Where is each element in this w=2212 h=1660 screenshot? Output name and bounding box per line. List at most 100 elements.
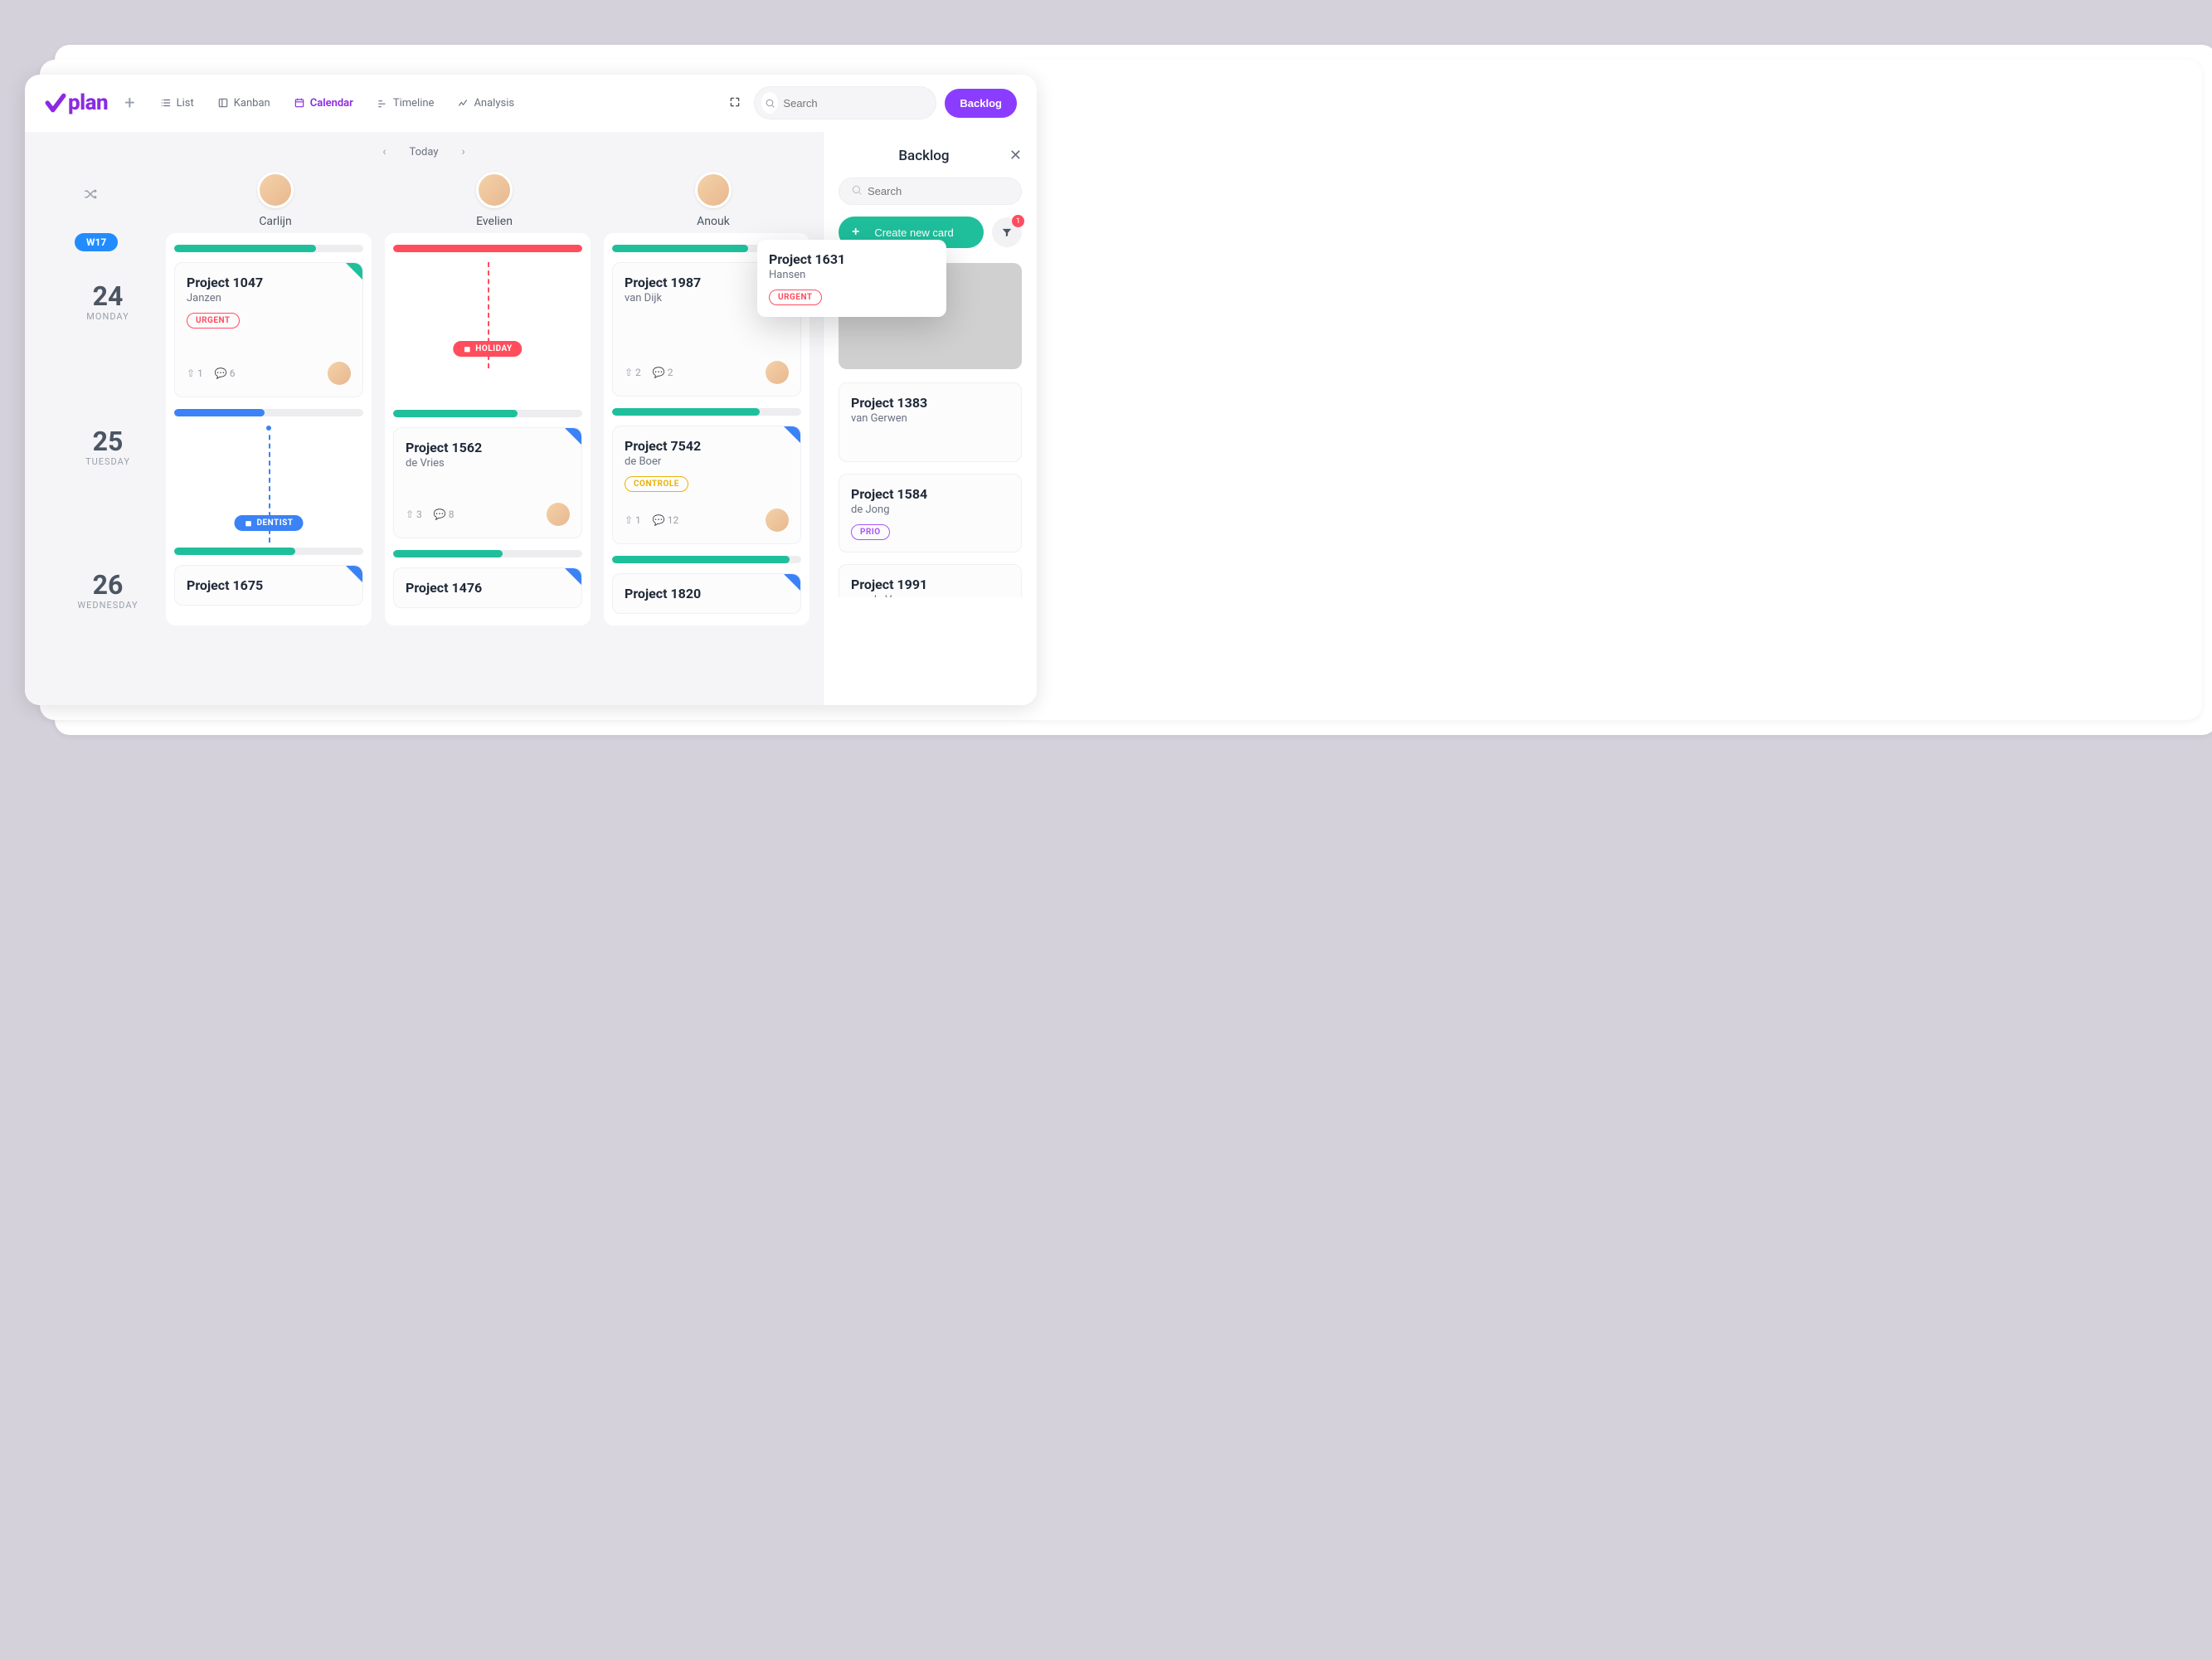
calendar-event[interactable]: HOLIDAY — [393, 262, 582, 368]
people-row: Carlijn Evelien Anouk — [25, 172, 823, 228]
tag-urgent: URGENT — [187, 313, 240, 329]
progress-bar — [393, 410, 582, 417]
backlog-button[interactable]: Backlog — [945, 89, 1017, 118]
card-title: Project 1631 — [769, 251, 935, 267]
comments-count: 💬 12 — [653, 514, 678, 526]
card-subtitle: van Gerwen — [851, 412, 1009, 425]
progress-bar — [612, 408, 801, 416]
dragging-card[interactable]: Project 1631 Hansen URGENT — [757, 240, 946, 317]
event-pill: HOLIDAY — [453, 341, 522, 357]
date-label: 25 TUESDAY — [66, 428, 149, 467]
logo-check-icon — [45, 92, 66, 114]
progress-bar — [393, 245, 582, 252]
filter-icon — [1001, 226, 1013, 238]
app-window: plan + List Kanban Calendar Time — [25, 75, 1037, 705]
comments-count: 💬 8 — [434, 509, 455, 520]
calendar-nav: ‹ Today › — [25, 132, 823, 172]
project-card[interactable]: Project 1820 — [612, 573, 801, 614]
list-icon — [160, 97, 172, 109]
person-header[interactable]: Carlijn — [166, 172, 385, 228]
progress-bar — [393, 550, 582, 557]
analysis-icon — [457, 97, 469, 109]
person-header[interactable]: Anouk — [604, 172, 823, 228]
view-calendar[interactable]: Calendar — [285, 92, 362, 114]
week-badge: W17 — [75, 233, 118, 251]
backlog-card[interactable]: Project 1383 van Gerwen — [839, 382, 1022, 462]
card-title: Project 1047 — [187, 275, 351, 290]
close-backlog-button[interactable]: ✕ — [1009, 147, 1022, 164]
progress-bar — [612, 556, 801, 563]
view-switcher: List Kanban Calendar Timeline Analysis — [152, 92, 523, 114]
progress-bar — [174, 548, 363, 555]
assignee-avatar — [328, 362, 351, 385]
card-title: Project 7542 — [625, 438, 789, 454]
person-header[interactable]: Evelien — [385, 172, 604, 228]
person-column: HOLIDAY Project 1562 de Vries — [385, 233, 591, 626]
assignee-avatar — [766, 509, 789, 532]
tag-controle: CONTROLE — [625, 476, 688, 492]
tag-prio: PRIO — [851, 524, 890, 540]
backlog-search[interactable] — [839, 178, 1022, 205]
project-card[interactable]: Project 1562 de Vries ⇧ 3 💬 8 — [393, 427, 582, 538]
avatar — [476, 172, 513, 208]
backlog-card[interactable]: Project 1584 de Jong PRIO — [839, 474, 1022, 553]
view-analysis[interactable]: Analysis — [449, 92, 523, 114]
today-label[interactable]: Today — [409, 146, 438, 158]
calendar-icon — [463, 345, 471, 353]
add-button[interactable]: + — [116, 93, 143, 114]
avatar — [257, 172, 294, 208]
calendar-icon — [244, 519, 252, 528]
event-pill: DENTIST — [234, 515, 303, 531]
next-button[interactable]: › — [462, 145, 465, 158]
search-box[interactable] — [754, 86, 936, 119]
filter-badge: 1 — [1012, 215, 1024, 227]
view-timeline[interactable]: Timeline — [368, 92, 443, 114]
fullscreen-button[interactable] — [724, 90, 746, 116]
search-icon — [761, 92, 778, 114]
date-label: 24 MONDAY — [66, 283, 149, 322]
decorative-sheet — [838, 597, 1037, 705]
uploads-count: ⇧ 1 — [187, 368, 203, 379]
card-title: Project 1584 — [851, 486, 1009, 502]
view-list[interactable]: List — [152, 92, 202, 114]
columns: Project 1047 Janzen URGENT ⇧ 1 💬 6 — [166, 228, 823, 626]
card-title: Project 1820 — [625, 586, 789, 601]
calendar-area: ‹ Today › Carlijn Evelien — [25, 132, 823, 705]
search-input[interactable] — [783, 97, 929, 110]
card-subtitle: de Vries — [406, 457, 570, 470]
filter-button[interactable]: 1 — [992, 217, 1022, 247]
backlog-search-input[interactable] — [868, 185, 1014, 197]
shuffle-button[interactable] — [83, 187, 98, 205]
timeline-icon — [377, 97, 388, 109]
calendar-event[interactable]: DENTIST — [174, 426, 363, 543]
card-title: Project 1991 — [851, 577, 1009, 592]
project-card[interactable]: Project 1675 — [174, 565, 363, 606]
card-subtitle: de Boer — [625, 455, 789, 468]
topbar: plan + List Kanban Calendar Time — [25, 75, 1037, 132]
tag-urgent: URGENT — [769, 290, 822, 305]
card-subtitle: Hansen — [769, 269, 935, 281]
logo: plan — [45, 90, 108, 115]
card-title: Project 1675 — [187, 577, 351, 593]
uploads-count: ⇧ 3 — [406, 509, 422, 520]
kanban-icon — [217, 97, 229, 109]
search-icon — [846, 183, 868, 199]
project-card[interactable]: Project 1476 — [393, 567, 582, 608]
backlog-title: Backlog — [898, 148, 949, 164]
card-subtitle: Janzen — [187, 292, 351, 304]
view-kanban[interactable]: Kanban — [209, 92, 279, 114]
person-column: Project 1047 Janzen URGENT ⇧ 1 💬 6 — [166, 233, 372, 626]
comments-count: 💬 6 — [215, 368, 236, 379]
progress-bar — [174, 409, 363, 416]
uploads-count: ⇧ 1 — [625, 514, 641, 526]
shuffle-icon — [83, 187, 98, 202]
avatar — [695, 172, 732, 208]
card-subtitle: de Jong — [851, 504, 1009, 516]
card-title: Project 1383 — [851, 395, 1009, 411]
prev-button[interactable]: ‹ — [382, 145, 386, 158]
progress-bar — [174, 245, 363, 252]
expand-icon — [729, 96, 741, 108]
project-card[interactable]: Project 7542 de Boer CONTROLE ⇧ 1 💬 12 — [612, 426, 801, 544]
comments-count: 💬 2 — [653, 367, 673, 378]
project-card[interactable]: Project 1047 Janzen URGENT ⇧ 1 💬 6 — [174, 262, 363, 397]
